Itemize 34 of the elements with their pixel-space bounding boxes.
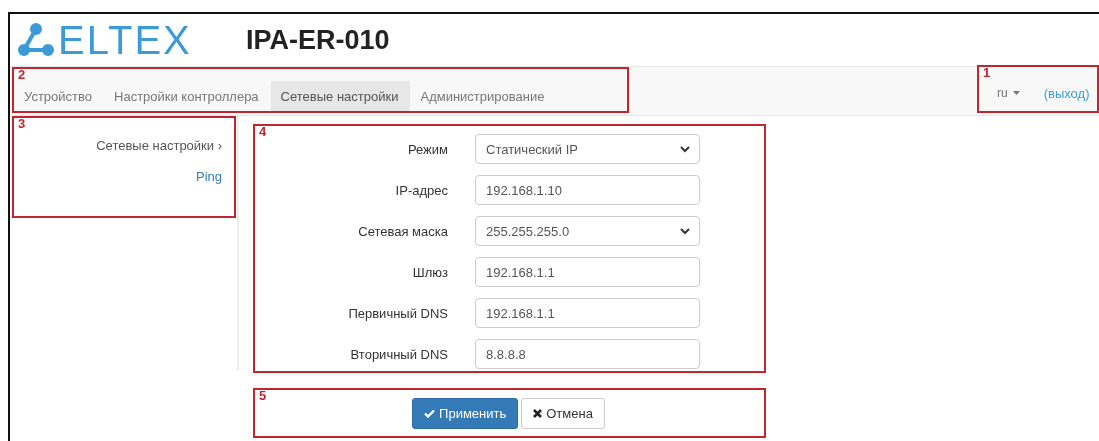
input-field[interactable]: 192.168.1.10 [475,175,700,205]
cancel-button[interactable]: Отмена [521,397,605,429]
nav-tab[interactable]: Администрирование [410,81,557,111]
callout-number: 1 [983,67,991,79]
close-icon [533,408,543,418]
nav-tab[interactable]: Настройки контроллера [104,81,271,111]
input-field[interactable]: 192.168.1.1 [475,257,700,287]
page-title: IPA-ER-010 [246,24,390,56]
field-label: Режим [406,141,448,157]
logo-icon [16,22,56,58]
chevron-down-icon [680,145,690,153]
input-field[interactable]: 8.8.8.8 [475,339,700,369]
field-label: Сетевая маска [357,223,448,239]
field-label: Шлюз [411,264,448,280]
input-field[interactable]: 192.168.1.1 [475,298,700,328]
callout-number: 5 [259,390,267,402]
logo: ELTEX [58,20,192,60]
sidebar-item[interactable]: Сетевые настройки › [96,138,222,153]
nav-tab[interactable]: Сетевые настройки [270,81,411,111]
apply-button[interactable]: Применить [412,397,519,429]
language-dropdown[interactable]: ru [997,86,1020,100]
check-icon [424,408,436,418]
sidebar-item[interactable]: Ping [195,169,222,184]
field-label: Вторичный DNS [349,346,448,362]
field-label: Первичный DNS [347,305,448,321]
select-field[interactable]: Статический IP [475,134,700,164]
select-field[interactable]: 255.255.255.0 [475,216,700,246]
field-label: IP-адрес [394,182,448,198]
nav-tab[interactable]: Устройство [14,81,104,111]
callout-number: 4 [259,126,267,138]
chevron-down-icon [680,227,690,235]
callout-number: 3 [18,118,26,130]
caret-icon [1012,91,1020,95]
callout-number: 2 [18,69,26,81]
